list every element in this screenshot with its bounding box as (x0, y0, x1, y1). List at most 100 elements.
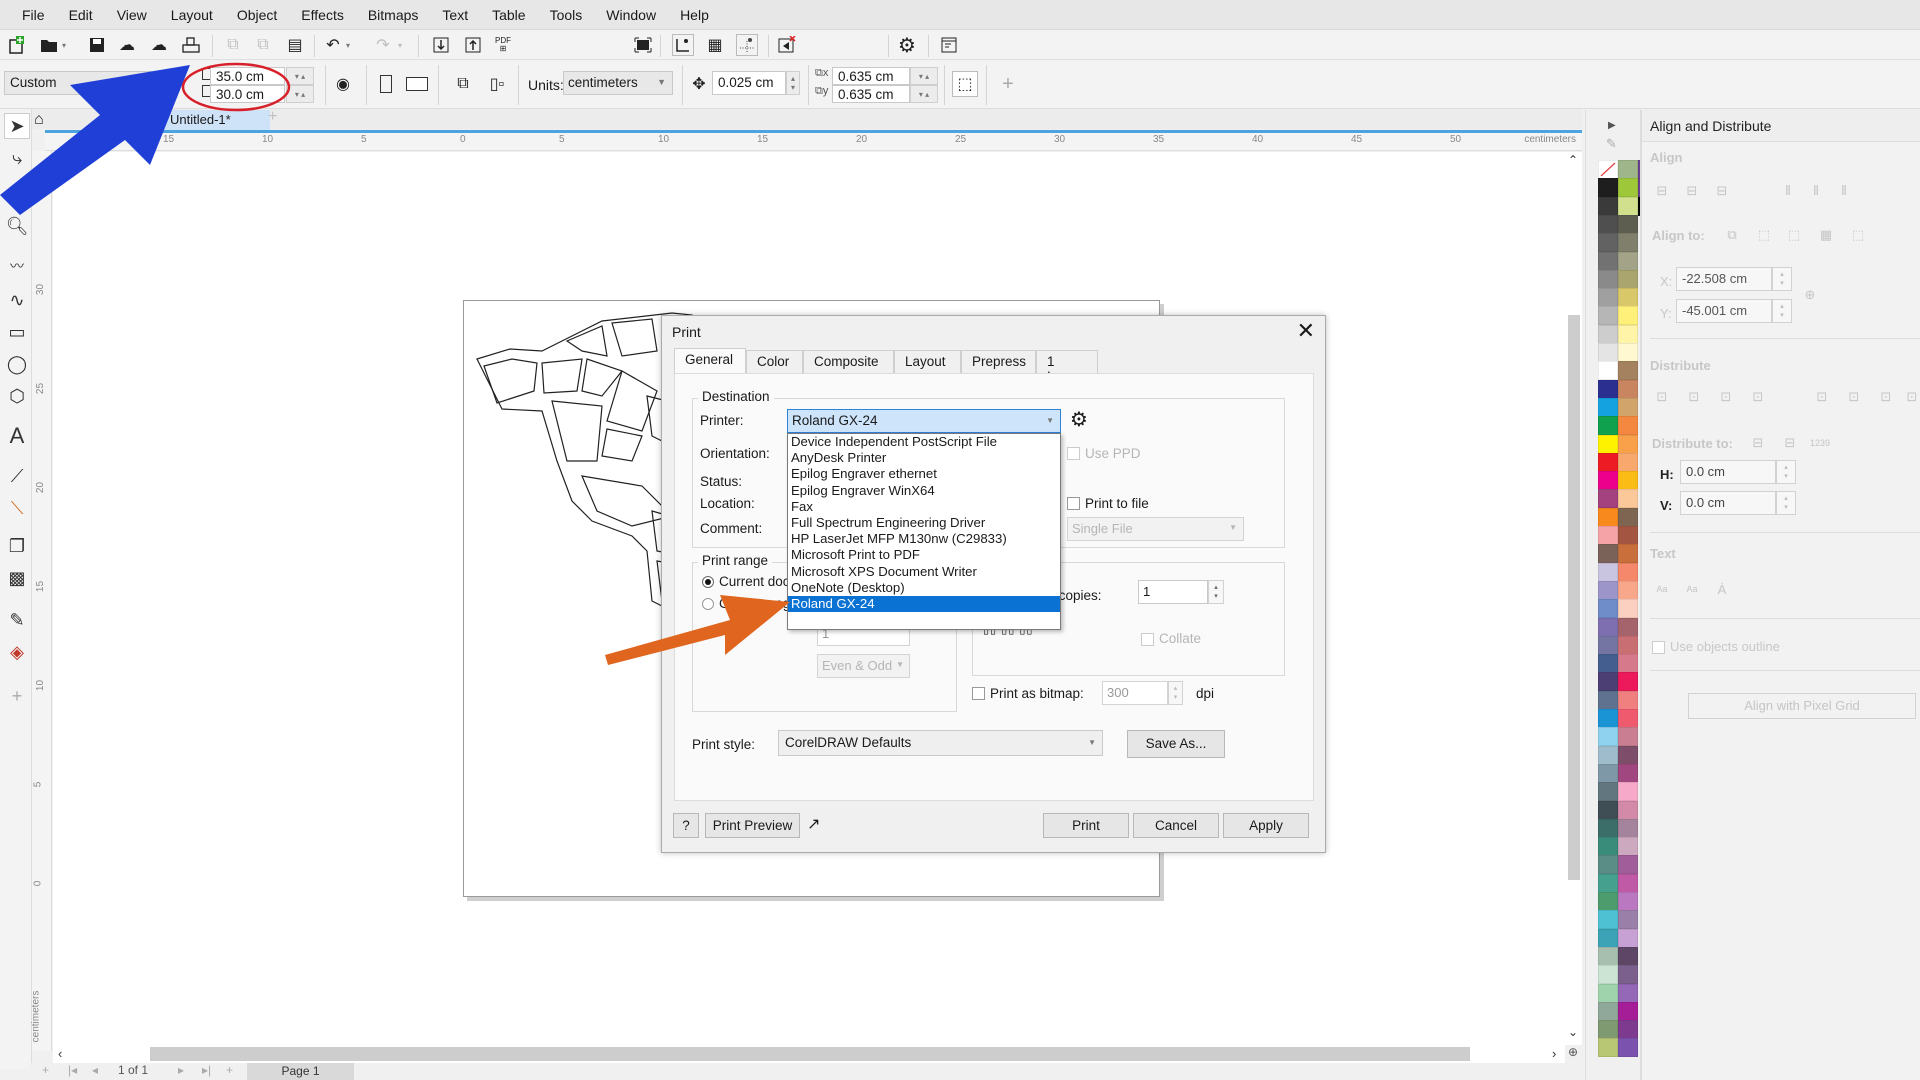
color-swatch[interactable] (1618, 946, 1638, 966)
show-grid-icon[interactable]: ▦ (704, 34, 726, 56)
color-swatch[interactable] (1598, 306, 1618, 326)
color-swatch[interactable] (1618, 416, 1638, 436)
color-swatch[interactable] (1618, 562, 1638, 582)
redo-icon[interactable]: ↷ (372, 34, 394, 56)
color-swatch[interactable] (1618, 635, 1638, 655)
palette-expand-icon[interactable]: ▶ (1608, 120, 1616, 131)
color-swatch[interactable] (1618, 928, 1638, 948)
open-dropdown-icon[interactable]: ▾ (58, 34, 70, 56)
page-width-input[interactable]: 35.0 cm (210, 67, 285, 85)
current-page-size-icon[interactable]: ⧉ (452, 73, 474, 95)
dpi-spinner[interactable]: ▴ ▾ (1168, 681, 1183, 705)
menu-window[interactable]: Window (594, 7, 668, 23)
distribute-center-v-icon[interactable]: ⊡ (1844, 388, 1864, 406)
printer-option[interactable]: Device Independent PostScript File (788, 434, 1060, 450)
connector-tool-icon[interactable]: ⟍ (4, 495, 30, 521)
transparency-tool-icon[interactable]: ▩ (4, 565, 30, 591)
printer-option[interactable]: Fax (788, 499, 1060, 515)
color-swatch[interactable] (1618, 910, 1638, 930)
color-swatch[interactable] (1618, 397, 1638, 417)
color-swatch[interactable] (1618, 580, 1638, 600)
print-as-bitmap-checkbox[interactable] (972, 687, 985, 700)
align-to-grid-icon[interactable]: ▦ (1816, 226, 1836, 244)
printer-dropdown-icon[interactable]: ▼ (1046, 416, 1054, 425)
pick-tool-icon[interactable]: ➤ (4, 113, 30, 139)
menu-text[interactable]: Text (430, 7, 480, 23)
artistic-media-tool-icon[interactable]: ∿ (4, 287, 30, 313)
distribute-center-h-icon[interactable]: ⊡ (1684, 388, 1704, 406)
color-swatch[interactable] (1598, 214, 1618, 234)
color-swatch[interactable] (1618, 892, 1638, 911)
color-swatch[interactable] (1618, 709, 1638, 728)
color-swatch[interactable] (1598, 672, 1618, 692)
redo-dropdown-icon[interactable]: ▾ (394, 34, 406, 56)
tab-color[interactable]: Color (746, 350, 803, 373)
color-swatch[interactable] (1598, 965, 1618, 985)
printer-option[interactable]: HP LaserJet MFP M130nw (C29833) (788, 531, 1060, 547)
align-bottom-icon[interactable]: ⫴ (1834, 182, 1854, 200)
vertical-ruler[interactable]: 35 30 25 20 15 10 5 0 centimeters (30, 151, 52, 1051)
page-height-spinner[interactable]: ▾ ▴ (286, 85, 314, 103)
last-page-icon[interactable]: ▸| (202, 1063, 211, 1077)
menu-table[interactable]: Table (480, 7, 537, 23)
current-document-radio[interactable] (702, 576, 714, 588)
align-top-icon[interactable]: ⫴ (1778, 182, 1798, 200)
duplicate-y-spinner[interactable]: ▾ ▴ (910, 85, 938, 103)
even-odd-select[interactable]: Even & Odd ▼ (817, 654, 910, 678)
print-icon[interactable] (180, 34, 202, 56)
distribute-top-icon[interactable]: ⊡ (1812, 388, 1832, 406)
color-swatch[interactable] (1618, 489, 1638, 509)
page-size-preset-select[interactable]: Custom (4, 71, 174, 95)
scroll-right-icon[interactable]: › (1552, 1046, 1556, 1061)
menu-file[interactable]: File (10, 7, 57, 23)
snap-off-icon[interactable] (776, 34, 798, 56)
help-button[interactable]: ? (673, 813, 699, 838)
rectangle-tool-icon[interactable]: ▭ (4, 319, 30, 345)
save-icon[interactable] (86, 34, 108, 56)
color-swatch[interactable] (1598, 782, 1618, 802)
scroll-down-icon[interactable]: ⌄ (1568, 1025, 1578, 1039)
scroll-up-icon[interactable]: ⌃ (1568, 153, 1578, 167)
color-swatch[interactable] (1618, 214, 1638, 234)
apply-button[interactable]: Apply (1223, 813, 1309, 838)
show-guidelines-icon[interactable] (736, 34, 758, 56)
color-swatch[interactable] (1618, 837, 1638, 857)
treat-as-filled-icon[interactable]: ⬚ (952, 71, 978, 97)
menu-tools[interactable]: Tools (538, 7, 595, 23)
color-swatch[interactable] (1598, 471, 1618, 491)
text-bounding-box-icon[interactable]: Ȧ (1712, 580, 1732, 598)
align-x-input[interactable]: -22.508 cm (1676, 267, 1772, 291)
color-swatch[interactable] (1598, 910, 1618, 930)
dimension-tool-icon[interactable]: ⟋ (4, 463, 30, 489)
color-swatch[interactable] (1618, 269, 1638, 289)
printer-select[interactable]: Roland GX-24 ▼ (787, 409, 1061, 433)
color-swatch[interactable] (1618, 1020, 1638, 1040)
no-color-swatch[interactable] (1598, 160, 1618, 179)
crop-tool-icon[interactable]: ⌗ (4, 179, 30, 205)
align-y-spinner[interactable]: ▴ ▾ (1772, 299, 1792, 323)
color-swatch[interactable] (1618, 288, 1638, 308)
print-preview-button[interactable]: Print Preview (705, 813, 800, 838)
printer-option[interactable]: OneNote (Desktop) (788, 580, 1060, 596)
color-swatch[interactable] (1598, 544, 1618, 564)
color-swatch[interactable] (1618, 782, 1638, 802)
color-swatch[interactable] (1598, 873, 1618, 893)
interactive-fill-tool-icon[interactable]: ◈ (4, 639, 30, 665)
distribute-v-spinner[interactable]: ▴ ▾ (1776, 491, 1796, 515)
align-to-page-center-icon[interactable]: ⬚ (1784, 226, 1804, 244)
home-icon[interactable]: ⌂ (34, 111, 44, 129)
open-folder-icon[interactable] (38, 34, 60, 56)
cloud-download-icon[interactable]: ☁ (116, 34, 138, 56)
undo-dropdown-icon[interactable]: ▾ (342, 34, 354, 56)
color-swatch[interactable] (1598, 617, 1618, 637)
color-swatch[interactable] (1598, 288, 1618, 308)
previous-page-icon[interactable]: ◂ (92, 1063, 98, 1077)
show-rulers-icon[interactable] (672, 34, 694, 56)
portrait-icon[interactable] (380, 75, 392, 93)
new-document-icon[interactable] (6, 34, 28, 56)
color-swatch[interactable] (1598, 928, 1618, 948)
save-as-button[interactable]: Save As... (1127, 730, 1225, 758)
color-swatch[interactable] (1618, 251, 1638, 271)
tab-general[interactable]: General (674, 348, 746, 373)
printer-option[interactable]: AnyDesk Printer (788, 450, 1060, 466)
